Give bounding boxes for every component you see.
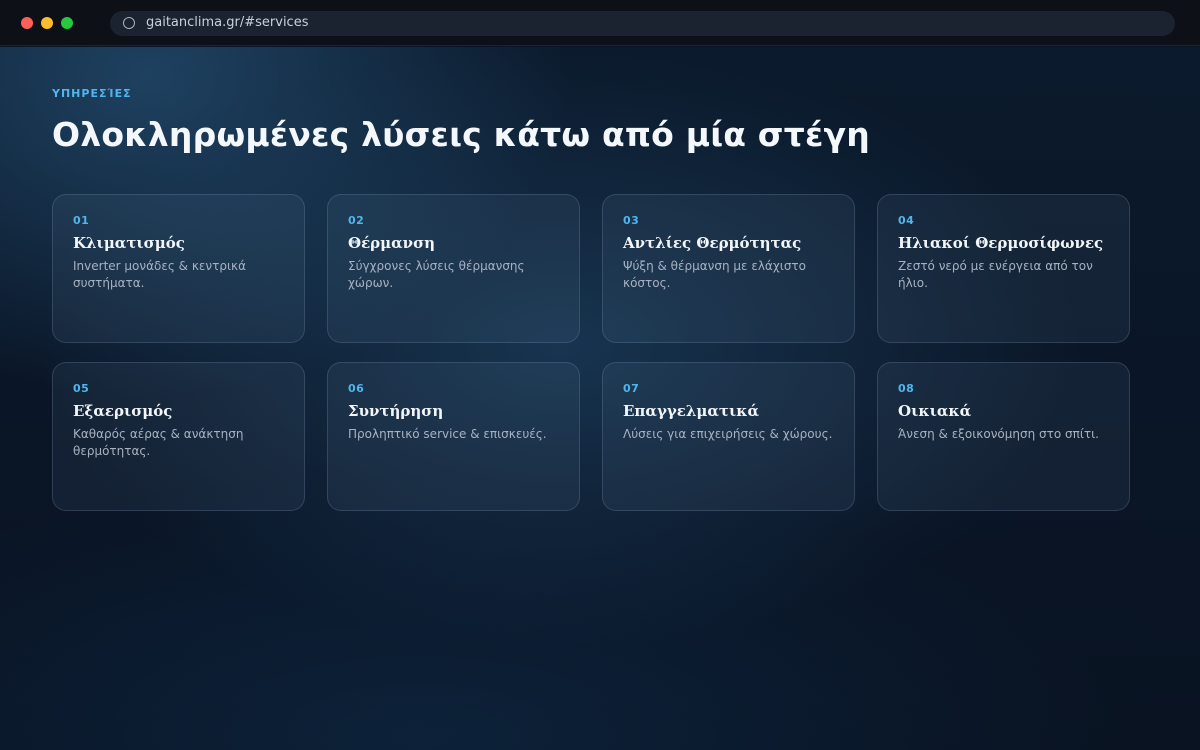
service-number: 06 [348, 382, 365, 395]
service-card-antlies-thermotitas[interactable]: 03 Αντλίες Θερμότητας Ψύξη & θέρμανση με… [602, 194, 855, 343]
service-title: Εξαερισμός [73, 402, 173, 420]
address-bar[interactable]: gaitanclima.gr/#services [110, 11, 1175, 36]
service-number: 04 [898, 214, 915, 227]
service-number: 08 [898, 382, 915, 395]
globe-icon [123, 17, 135, 29]
service-description: Ζεστό νερό με ενέργεια από τον ήλιο. [898, 259, 1093, 290]
service-description: Καθαρός αέρας & ανάκτηση θερμότητας. [73, 427, 244, 458]
service-description: Προληπτικό service & επισκευές. [348, 427, 547, 441]
url-text[interactable]: gaitanclima.gr/#services [146, 15, 308, 30]
service-description: Inverter μονάδες & κεντρικά συστήματα. [73, 259, 246, 290]
service-number: 02 [348, 214, 365, 227]
service-title: Ηλιακοί Θερμοσίφωνες [898, 234, 1104, 252]
service-title: Αντλίες Θερμότητας [623, 234, 802, 252]
service-card-syntirisi[interactable]: 06 Συντήρηση Προληπτικό service & επισκε… [327, 362, 580, 511]
service-description: Λύσεις για επιχειρήσεις & χώρους. [623, 427, 833, 441]
service-number: 01 [73, 214, 90, 227]
service-description: Σύγχρονες λύσεις θέρμανσης χώρων. [348, 259, 525, 290]
service-number: 03 [623, 214, 640, 227]
service-card-iliakoi-thermosifones[interactable]: 04 Ηλιακοί Θερμοσίφωνες Ζεστό νερό με εν… [877, 194, 1130, 343]
service-number: 07 [623, 382, 640, 395]
browser-toolbar: gaitanclima.gr/#services [0, 0, 1200, 46]
service-title: Θέρμανση [348, 234, 436, 252]
service-card-oikiaka[interactable]: 08 Οικιακά Άνεση & εξοικονόμηση στο σπίτ… [877, 362, 1130, 511]
section-heading: Ολοκληρωμένες λύσεις κάτω από μία στέγη [52, 115, 870, 154]
service-card-epaggelmatika[interactable]: 07 Επαγγελματικά Λύσεις για επιχειρήσεις… [602, 362, 855, 511]
close-window-icon[interactable] [21, 17, 33, 29]
service-card-exaerismos[interactable]: 05 Εξαερισμός Καθαρός αέρας & ανάκτηση θ… [52, 362, 305, 511]
service-title: Κλιματισμός [73, 234, 185, 252]
minimize-window-icon[interactable] [41, 17, 53, 29]
service-title: Επαγγελματικά [623, 402, 760, 420]
service-title: Οικιακά [898, 402, 972, 420]
service-description: Άνεση & εξοικονόμηση στο σπίτι. [898, 427, 1099, 441]
service-description: Ψύξη & θέρμανση με ελάχιστο κόστος. [623, 259, 806, 290]
service-card-klimatismos[interactable]: 01 Κλιματισμός Inverter μονάδες & κεντρι… [52, 194, 305, 343]
maximize-window-icon[interactable] [61, 17, 73, 29]
service-title: Συντήρηση [348, 402, 444, 420]
service-card-thermansi[interactable]: 02 Θέρμανση Σύγχρονες λύσεις θέρμανσης χ… [327, 194, 580, 343]
service-number: 05 [73, 382, 90, 395]
services-section: ΥΠΗΡΕΣΊΕΣ Ολοκληρωμένες λύσεις κάτω από … [0, 47, 1200, 750]
section-eyebrow: ΥΠΗΡΕΣΊΕΣ [52, 87, 132, 100]
